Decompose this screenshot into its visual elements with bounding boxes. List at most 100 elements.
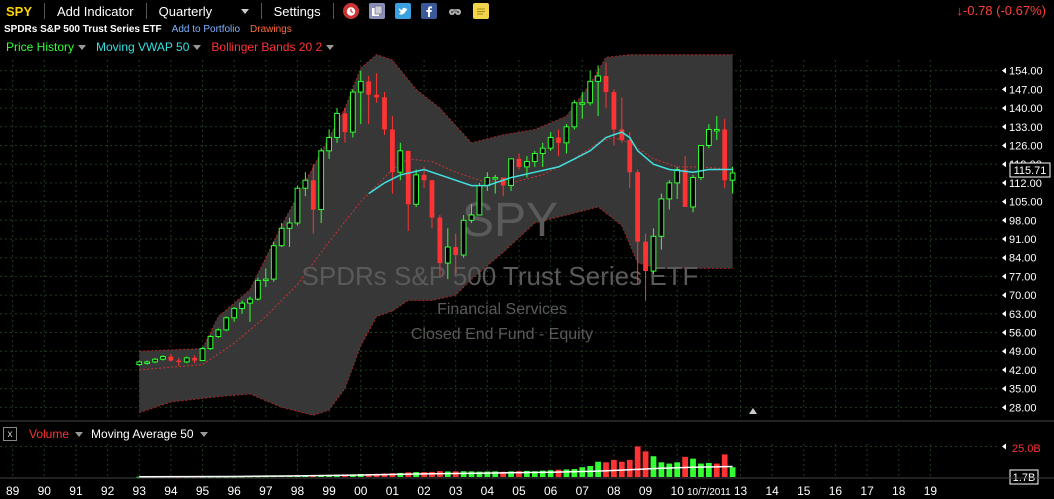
price-tick-marker <box>1002 385 1006 392</box>
volume-tick-label: 25.0B <box>1012 443 1041 455</box>
time-tick-label: 04 <box>481 484 495 498</box>
candle-body-up <box>278 227 285 247</box>
candle-body-down <box>429 180 435 218</box>
candle-body-up <box>144 361 151 364</box>
time-tick-label: 91 <box>69 484 83 498</box>
candle-body-down <box>611 92 617 130</box>
candle-body-up <box>207 336 214 350</box>
candle-body-up <box>413 174 420 205</box>
time-tick-label: 95 <box>196 484 210 498</box>
candle-body-up <box>729 172 736 181</box>
price-tick-label: 49.00 <box>1009 346 1037 358</box>
candle-body-up <box>215 329 222 338</box>
time-tick-label: 06 <box>544 484 558 498</box>
time-tick-label: 97 <box>259 484 273 498</box>
price-tick-marker <box>1002 348 1006 355</box>
candle-body-down <box>722 129 728 181</box>
candle-body-up <box>524 161 530 168</box>
volume-bar-down <box>642 451 649 477</box>
indicator-volume-ma[interactable]: Moving Average 50 <box>91 427 208 441</box>
candle-body-up <box>302 179 309 189</box>
time-tick-label: 92 <box>101 484 115 498</box>
candle-body-up <box>255 279 261 300</box>
volume-bar-up <box>729 467 736 477</box>
close-icon: x <box>7 428 13 440</box>
volume-bar-down <box>603 462 609 477</box>
volume-bar-up <box>650 456 657 477</box>
candle-body-down <box>516 158 522 167</box>
price-tick-label: 28.00 <box>1009 402 1037 414</box>
candle-body-up <box>705 128 712 146</box>
candle-body-down <box>405 150 411 205</box>
candle-body-up <box>690 177 696 208</box>
time-tick-label: 19 <box>924 484 938 498</box>
time-tick-label: 89 <box>6 484 20 498</box>
candle-body-up <box>231 307 238 319</box>
candle-body-up <box>476 185 483 216</box>
candle-body-up <box>294 187 301 224</box>
price-tick-marker <box>1002 123 1006 130</box>
time-tick-label: 96 <box>227 484 241 498</box>
time-axis: 89 90 91 92 93 94 95 96 97 98 99 00 01 02 03 04 05 06 07 08… <box>0 477 1054 498</box>
candle-body-down <box>603 76 609 93</box>
time-tick-label: 14 <box>765 484 779 498</box>
volume-bar-down <box>626 459 633 477</box>
price-tick-label: 147.00 <box>1009 84 1043 96</box>
candle-body-up <box>183 357 190 363</box>
price-tick-label: 154.00 <box>1009 66 1043 78</box>
volume-bar-up <box>571 469 578 477</box>
candle-body-up <box>247 298 253 304</box>
time-tick-label: 00 <box>354 484 368 498</box>
time-tick-label: 07 <box>576 484 590 498</box>
candle-body-up <box>160 356 166 360</box>
volume-bar-down <box>611 459 617 477</box>
price-tick-label: 84.00 <box>1009 253 1037 265</box>
time-tick-label: 94 <box>164 484 178 498</box>
price-tick-marker <box>1002 142 1006 149</box>
candle-body-down <box>366 81 372 95</box>
candle-body-up <box>270 245 277 280</box>
candle-body-up <box>397 150 404 173</box>
last-price-label: 115.71 <box>1014 165 1047 177</box>
time-tick-label: 10 <box>671 484 685 498</box>
candle-body-up <box>674 169 681 184</box>
indicator-volume[interactable]: Volume <box>29 427 84 441</box>
volume-bar-down <box>634 446 641 477</box>
time-tick-label: 18 <box>892 484 906 498</box>
price-tick-label: 42.00 <box>1009 365 1037 377</box>
candle-body-up <box>468 214 475 221</box>
time-tick-label: 10/7/2011 <box>687 487 731 498</box>
candle-body-up <box>349 91 356 133</box>
bollinger-band-fill <box>139 54 733 416</box>
price-tick-marker <box>1002 161 1006 168</box>
candle-body-up <box>492 177 499 180</box>
candle-body-up <box>199 348 206 362</box>
candle-body-up <box>713 128 720 132</box>
time-tick-label: 15 <box>797 484 811 498</box>
candle-body-down <box>310 180 316 210</box>
price-tick-label: 112.00 <box>1009 178 1042 190</box>
candle-body-down <box>342 113 348 133</box>
volume-bar-up <box>563 469 570 477</box>
candle-body-up <box>508 158 514 187</box>
volume-grid <box>0 444 1000 477</box>
price-tick-marker <box>1002 404 1006 411</box>
candle-body-down <box>168 356 174 361</box>
candle-body-down <box>619 129 625 141</box>
time-tick-label: 08 <box>607 484 621 498</box>
time-tick-label: 02 <box>417 484 431 498</box>
time-tick-label: 13 <box>734 484 748 498</box>
candle-body-up <box>318 150 325 211</box>
indicator-label: Volume <box>29 427 70 441</box>
price-tick-label: 56.00 <box>1009 328 1037 340</box>
chevron-down-icon <box>75 431 84 437</box>
time-tick-label: 17 <box>860 484 874 498</box>
panel-resize-arrow-icon[interactable] <box>749 408 757 414</box>
close-volume-panel-button[interactable]: x <box>3 427 17 441</box>
chevron-down-icon <box>199 431 208 437</box>
volume-bar-up <box>705 462 712 477</box>
price-tick-label: 63.00 <box>1009 309 1037 321</box>
volume-bar-up <box>547 470 554 477</box>
candle-body-up <box>223 317 230 331</box>
candle-body-down <box>682 169 688 207</box>
